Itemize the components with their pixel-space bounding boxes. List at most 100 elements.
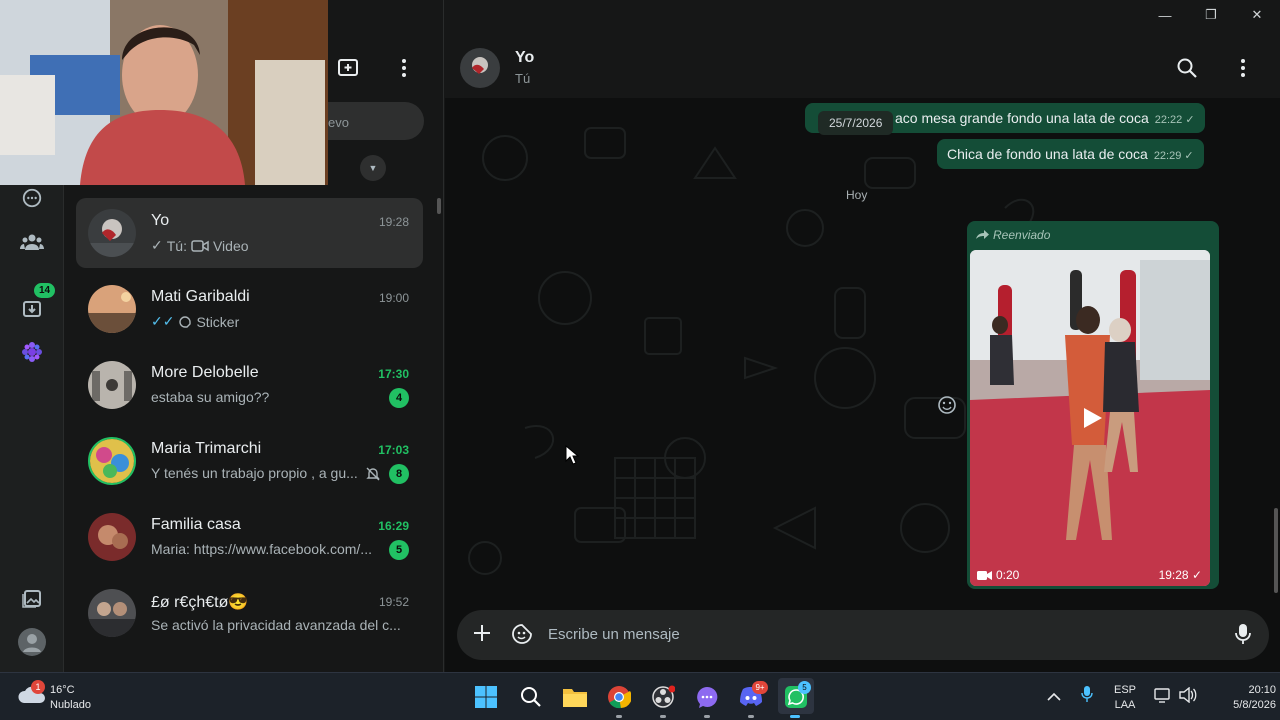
chat-time: 19:28 xyxy=(378,215,409,229)
clock-time[interactable]: 20:10 xyxy=(1206,683,1276,697)
window-controls: — ❐ ✕ xyxy=(1142,0,1280,30)
windows-taskbar: 1 16°C Nublado 9+ 5 ESP LAA 20:10 5/8/20… xyxy=(0,672,1280,720)
conversation-panel: Yo Tú aco mesa grande fondo una lata de … xyxy=(445,38,1280,672)
weather-desc[interactable]: Nublado xyxy=(50,698,91,712)
avatar xyxy=(88,589,136,637)
start-button-icon[interactable] xyxy=(472,683,500,711)
discord-running-indicator xyxy=(748,715,754,718)
whatsapp-badge: 5 xyxy=(798,681,811,694)
weather-badge: 1 xyxy=(31,680,45,694)
chat-time: 17:03 xyxy=(378,443,409,457)
preview-prefix: Tú: xyxy=(166,237,187,254)
video-icon xyxy=(191,239,209,252)
chat-time: 19:52 xyxy=(378,595,409,609)
clock-date[interactable]: 5/8/2026 xyxy=(1206,698,1276,712)
chrome-icon[interactable] xyxy=(605,683,633,711)
chat-preview: estaba su amigo?? xyxy=(151,389,270,405)
tray-microphone-icon[interactable] xyxy=(1081,685,1093,708)
search-input[interactable]: evo xyxy=(314,102,424,140)
microphone-icon[interactable] xyxy=(1235,623,1251,650)
obs-icon[interactable] xyxy=(649,683,677,711)
emoji-reaction-icon[interactable] xyxy=(937,395,959,417)
video-message[interactable]: Reenviado 0:20 19:28 ✓ xyxy=(967,221,1219,589)
chrome-running-indicator xyxy=(616,715,622,718)
conversation-menu-icon[interactable] xyxy=(1240,58,1246,83)
volume-icon[interactable] xyxy=(1179,686,1197,708)
contact-avatar[interactable] xyxy=(460,48,500,88)
chat-name: Mati Garibaldi xyxy=(151,288,250,305)
lang-secondary[interactable]: LAA xyxy=(1112,698,1138,712)
message-text: Chica de fondo una lata de coca xyxy=(947,146,1148,162)
sticker-emoji-icon[interactable] xyxy=(511,623,533,650)
preview-text: Video xyxy=(212,237,249,254)
mouse-cursor-icon xyxy=(565,444,580,470)
chat-background: aco mesa grande fondo una lata de coca 22… xyxy=(445,98,1280,603)
chat-row-mati[interactable]: Mati Garibaldi 19:00 ✓✓ Sticker xyxy=(76,274,423,344)
chat-name: Yo xyxy=(151,212,170,229)
forwarded-label: Reenviado xyxy=(975,228,1050,242)
video-thumbnail[interactable]: 0:20 19:28 ✓ xyxy=(970,250,1210,586)
new-chat-button[interactable] xyxy=(334,54,362,82)
menu-kebab-icon[interactable] xyxy=(390,54,418,82)
chat-row-maria[interactable]: Maria Trimarchi 17:03 Y tenés un trabajo… xyxy=(76,426,423,496)
chat-preview: Se activó la privacidad avanzada del c..… xyxy=(151,617,401,633)
day-separator: Hoy xyxy=(846,188,868,202)
muted-icon xyxy=(365,466,381,487)
chat-time: 19:00 xyxy=(378,291,409,305)
chat-row-familia[interactable]: Familia casa 16:29 Maria: https://www.fa… xyxy=(76,502,423,572)
chat-name: £ø r€çh€tø😎 xyxy=(151,594,249,611)
network-icon[interactable] xyxy=(1154,687,1172,708)
chat-preview: Maria: https://www.facebook.com/... xyxy=(151,541,372,557)
chat-list-scrollbar[interactable] xyxy=(437,198,441,214)
preview-text: Sticker xyxy=(196,313,240,330)
archived-badge: 14 xyxy=(34,283,56,298)
chat-row-yo[interactable]: Yo 19:28 ✓ Tú: Video xyxy=(76,198,423,268)
video-camera-icon xyxy=(977,570,992,580)
contact-name[interactable]: Yo xyxy=(515,49,534,67)
chat-row-more[interactable]: More Delobelle 17:30 estaba su amigo?? 4 xyxy=(76,350,423,420)
avatar xyxy=(88,361,136,409)
search-icon[interactable] xyxy=(1176,57,1198,84)
meta-ai-icon[interactable] xyxy=(16,336,48,368)
lang-primary[interactable]: ESP xyxy=(1112,683,1138,697)
file-explorer-icon[interactable] xyxy=(561,683,589,711)
play-icon[interactable] xyxy=(1078,405,1104,436)
media-gallery-icon[interactable] xyxy=(16,582,48,614)
chat-preview: ✓ Tú: Video xyxy=(151,237,249,254)
avatar xyxy=(88,513,136,561)
close-button[interactable]: ✕ xyxy=(1234,0,1280,30)
restore-button[interactable]: ❐ xyxy=(1188,0,1234,30)
video-time: 19:28 ✓ xyxy=(1158,568,1202,582)
contact-subtitle: Tú xyxy=(515,71,531,86)
avatar xyxy=(88,437,136,485)
communities-icon[interactable] xyxy=(16,226,48,258)
status-icon[interactable] xyxy=(16,182,48,214)
avatar xyxy=(88,285,136,333)
chat-name: Maria Trimarchi xyxy=(151,440,262,457)
chat-row-group[interactable]: £ø r€çh€tø😎 19:52 Se activó la privacida… xyxy=(76,578,423,648)
date-pill: 25/7/2026 xyxy=(818,111,894,135)
message-bubble[interactable]: Chica de fondo una lata de coca 22:29 ✓ xyxy=(937,139,1204,169)
chat-name: More Delobelle xyxy=(151,364,259,381)
duration-text: 0:20 xyxy=(996,568,1020,582)
chat-name: Familia casa xyxy=(151,516,241,533)
chat-time: 16:29 xyxy=(378,519,409,533)
message-time: 22:29 ✓ xyxy=(1153,150,1194,162)
minimize-button[interactable]: — xyxy=(1142,0,1188,30)
conversation-header: Yo Tú xyxy=(445,38,1280,98)
tray-chevron-up-icon[interactable] xyxy=(1047,689,1061,707)
chevron-down-icon[interactable]: ▼ xyxy=(360,155,386,181)
message-composer: Escribe un mensaje xyxy=(457,610,1269,660)
whatsapp-window: 14 evo s ▼ Yo 19:28 xyxy=(0,0,1280,672)
message-input[interactable]: Escribe un mensaje xyxy=(548,626,680,643)
conversation-scrollbar[interactable] xyxy=(1274,508,1278,593)
sent-check-icon: ✓ xyxy=(151,237,163,253)
weather-temp[interactable]: 16°C xyxy=(50,683,75,697)
chat-preview: ✓✓ Sticker xyxy=(151,313,239,330)
messenger-chat-icon[interactable] xyxy=(693,683,721,711)
avatar xyxy=(88,209,136,257)
attach-plus-icon[interactable] xyxy=(473,624,491,647)
unread-badge: 5 xyxy=(389,540,409,560)
taskbar-search-icon[interactable] xyxy=(517,683,545,711)
profile-avatar[interactable] xyxy=(16,626,48,658)
